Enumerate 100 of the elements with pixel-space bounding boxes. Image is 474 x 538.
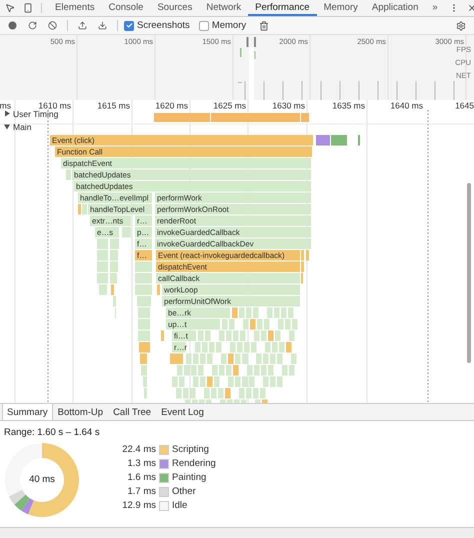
call-bar[interactable] (279, 342, 284, 352)
call-bar[interactable] (157, 284, 160, 295)
call-bar[interactable] (237, 342, 242, 352)
call-bar[interactable] (138, 330, 150, 341)
panel-tab[interactable]: Console (102, 0, 150, 16)
call-bar[interactable] (285, 319, 290, 330)
call-bar[interactable] (113, 296, 116, 306)
call-bar[interactable] (226, 365, 232, 376)
scrollbar[interactable] (467, 183, 471, 363)
call-bar[interactable] (242, 376, 248, 387)
expand-arrow-icon[interactable] (5, 110, 10, 116)
call-bar[interactable] (170, 354, 183, 364)
call-bar[interactable] (244, 342, 250, 352)
call-bar[interactable] (249, 376, 254, 387)
call-bar[interactable] (316, 135, 330, 146)
call-bar[interactable] (191, 365, 196, 376)
call-bar[interactable] (219, 365, 224, 376)
call-bar[interactable] (235, 354, 240, 364)
call-bar[interactable] (135, 273, 152, 284)
call-bar[interactable] (97, 262, 108, 272)
call-bar[interactable] (209, 342, 214, 352)
panel-tab[interactable]: Network (199, 0, 248, 16)
call-bar[interactable] (301, 262, 304, 272)
call-bar[interactable] (281, 308, 286, 318)
call-bar[interactable] (135, 284, 152, 295)
details-tab[interactable]: Call Tree (108, 404, 156, 420)
call-bar[interactable] (222, 319, 228, 330)
panel-tab[interactable]: Sources (150, 0, 200, 16)
call-bar[interactable] (261, 330, 266, 341)
expand-arrow-icon[interactable] (4, 124, 10, 130)
call-bar[interactable] (254, 330, 260, 341)
call-bar[interactable] (239, 308, 244, 318)
call-bar[interactable] (292, 319, 298, 330)
call-bar[interactable] (260, 388, 266, 398)
panel-tab[interactable]: Memory (316, 0, 365, 16)
call-bar[interactable] (226, 330, 232, 341)
call-bar[interactable] (66, 170, 71, 180)
call-bar[interactable] (82, 204, 87, 214)
call-bar[interactable] (195, 342, 200, 352)
call-bar[interactable] (277, 376, 282, 387)
call-bar[interactable] (138, 319, 150, 330)
call-bar[interactable] (331, 135, 347, 146)
call-bar[interactable] (193, 354, 198, 364)
call-bar[interactable] (242, 354, 248, 364)
call-bar[interactable] (243, 319, 248, 330)
call-bar[interactable] (200, 376, 206, 387)
call-bar[interactable] (263, 376, 268, 387)
checkbox[interactable] (198, 20, 209, 30)
call-bar[interactable] (257, 319, 262, 330)
call-bar[interactable] (250, 319, 256, 330)
panel-tab[interactable]: Application (364, 0, 426, 16)
call-bar[interactable] (263, 354, 268, 364)
call-bar[interactable] (254, 365, 260, 376)
call-bar[interactable] (240, 330, 246, 341)
call-bar[interactable] (205, 330, 210, 341)
call-bar[interactable] (110, 273, 117, 284)
call-bar[interactable] (216, 342, 222, 352)
call-bar[interactable] (141, 365, 147, 376)
call-bar[interactable] (110, 262, 118, 272)
call-bar[interactable] (110, 250, 118, 260)
device-icon[interactable] (23, 3, 33, 13)
call-bar[interactable] (200, 354, 206, 364)
call-bar[interactable] (275, 330, 280, 341)
call-bar[interactable] (111, 284, 114, 295)
call-bar[interactable] (78, 204, 81, 214)
call-bar[interactable] (288, 308, 294, 318)
call-bar[interactable] (184, 365, 190, 376)
call-bar[interactable] (193, 376, 198, 387)
call-bar[interactable] (207, 376, 212, 387)
call-bar[interactable] (253, 308, 258, 318)
details-tab[interactable]: Event Log (156, 404, 209, 420)
call-bar[interactable] (97, 250, 108, 260)
call-bar[interactable] (140, 354, 147, 364)
call-bar[interactable] (110, 238, 119, 249)
call-bar[interactable] (235, 376, 240, 387)
call-bar[interactable] (246, 388, 252, 398)
call-bar[interactable] (246, 308, 252, 318)
call-bar[interactable] (179, 376, 184, 387)
call-bar[interactable] (277, 354, 282, 364)
call-bar[interactable] (219, 330, 224, 341)
call-bar[interactable] (267, 308, 272, 318)
call-bar[interactable] (212, 365, 218, 376)
call-bar[interactable] (286, 342, 292, 352)
track-label[interactable]: Main (13, 122, 32, 132)
call-bar[interactable] (291, 354, 296, 364)
call-bar[interactable] (289, 330, 294, 341)
call-bar[interactable] (230, 342, 236, 352)
call-bar[interactable] (143, 376, 147, 387)
call-bar[interactable] (138, 308, 150, 318)
call-bar[interactable] (198, 365, 204, 376)
call-bar[interactable] (301, 250, 304, 260)
call-bar[interactable] (99, 284, 107, 295)
details-tab[interactable]: Summary (2, 404, 53, 420)
selection-window[interactable] (249, 47, 254, 100)
call-bar[interactable] (233, 330, 238, 341)
call-bar[interactable] (137, 296, 151, 306)
call-bar[interactable] (229, 319, 234, 330)
call-bar[interactable] (202, 342, 208, 352)
call-bar[interactable] (272, 342, 278, 352)
call-bar[interactable] (265, 342, 270, 352)
